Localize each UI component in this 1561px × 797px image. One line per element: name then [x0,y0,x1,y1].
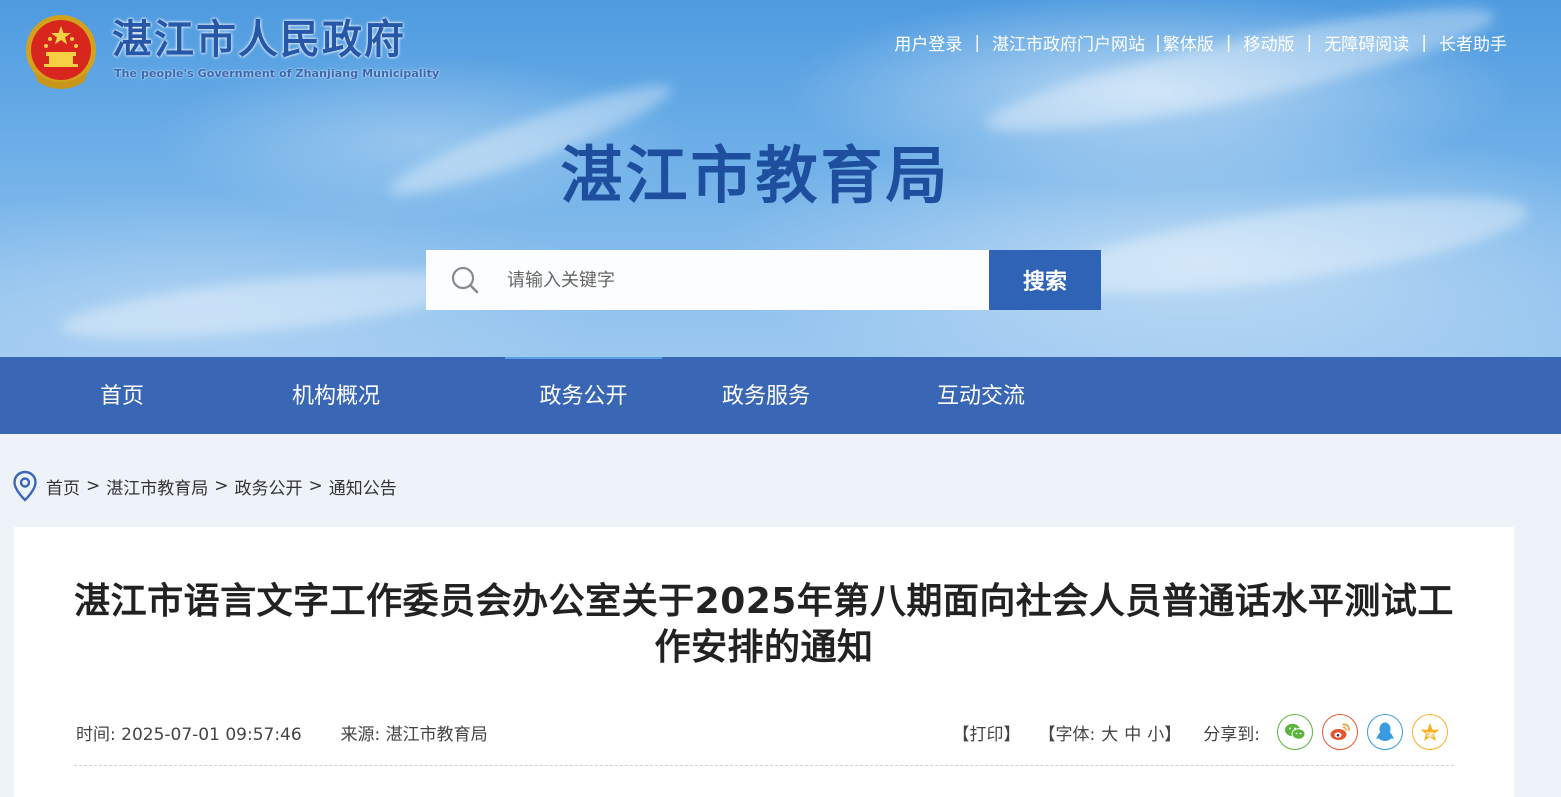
gov-name-english: The people's Government of Zhanjiang Mun… [114,67,440,80]
nav-item-about[interactable]: 机构概况 [270,357,402,434]
search-input[interactable] [507,269,967,291]
traditional-chinese-link[interactable]: 繁体版 [1163,30,1214,55]
qq-icon [1376,722,1394,741]
breadcrumb-home[interactable]: 首页 [46,474,80,499]
share-label: 分享到: [1203,724,1260,745]
wechat-icon [1285,723,1306,740]
search-box: 搜索 [426,250,1101,310]
breadcrumb-bureau[interactable]: 湛江市教育局 [106,474,208,499]
login-link[interactable]: 用户登录 [894,30,962,55]
nav-item-home[interactable]: 首页 [78,357,166,434]
cloud-streak [58,258,482,352]
nav-item-gov-affairs[interactable]: 政务公开 [505,357,662,434]
source-value: 湛江市教育局 [385,725,488,745]
source-label: 来源: [340,725,381,745]
top-links: 用户登录 | 湛江市政府门户网站 | 繁体版 | 移动版 | 无障碍阅读 | 长… [894,30,1507,56]
article-title: 湛江市语言文字工作委员会办公室关于2025年第八期面向社会人员普通话水平测试工作… [74,581,1454,668]
qzone-icon [1420,723,1440,741]
nav-item-services[interactable]: 政务服务 [700,357,832,434]
breadcrumb-gov-affairs[interactable]: 政务公开 [235,474,303,499]
font-size-close: 】 [1164,724,1182,745]
share-qq-button[interactable] [1367,714,1403,750]
publish-time: 2025-07-01 09:57:46 [121,725,302,745]
font-size-small[interactable]: 小 [1147,720,1164,745]
link-separator: | [1155,32,1161,53]
accessibility-link[interactable]: 无障碍阅读 [1324,30,1409,55]
mobile-link[interactable]: 移动版 [1244,30,1295,55]
search-button[interactable]: 搜索 [989,250,1101,310]
article-card: 湛江市语言文字工作委员会办公室关于2025年第八期面向社会人员普通话水平测试工作… [14,527,1514,797]
gov-name: 湛江市人民政府 [112,17,406,63]
search-icon [451,266,479,294]
location-pin-icon [13,470,37,502]
font-size-medium[interactable]: 中 [1124,720,1141,745]
print-button[interactable]: 【打印】 [953,720,1021,745]
breadcrumb-separator: > [214,476,229,496]
link-separator: | [1225,32,1232,53]
weibo-icon [1330,723,1350,740]
share-qzone-button[interactable] [1412,714,1448,750]
time-label: 时间: [76,725,116,745]
breadcrumb-separator: > [86,476,101,496]
breadcrumb-separator: > [308,476,323,496]
share-weibo-button[interactable] [1322,714,1358,750]
portal-link[interactable]: 湛江市政府门户网站 [992,30,1145,55]
link-separator: | [974,32,981,53]
article-tools: 【打印】 【字体: 大 中 小 】 分享到: [953,714,1448,750]
breadcrumb-notices[interactable]: 通知公告 [329,474,397,499]
breadcrumb: 首页 > 湛江市教育局 > 政务公开 > 通知公告 [12,470,397,502]
search-field [426,250,989,310]
article-meta: 时间: 2025-07-01 09:57:46 来源: 湛江市教育局 [76,720,488,745]
header-banner: 湛江市人民政府 The people's Government of Zhanj… [0,0,1561,357]
national-emblem-logo [26,15,96,89]
elder-assistant-link[interactable]: 长者助手 [1439,30,1507,55]
cloud-streak [979,0,1501,154]
site-title: 湛江市教育局 [560,139,951,212]
meta-divider [74,765,1454,766]
nav-item-interaction[interactable]: 互动交流 [915,357,1047,434]
share-wechat-button[interactable] [1277,714,1313,750]
main-nav: 首页 机构概况 政务公开 政务服务 互动交流 [0,357,1561,434]
font-size-label: 【字体: [1038,724,1096,745]
link-separator: | [1306,32,1313,53]
font-size-large[interactable]: 大 [1101,720,1118,745]
link-separator: | [1421,32,1427,53]
